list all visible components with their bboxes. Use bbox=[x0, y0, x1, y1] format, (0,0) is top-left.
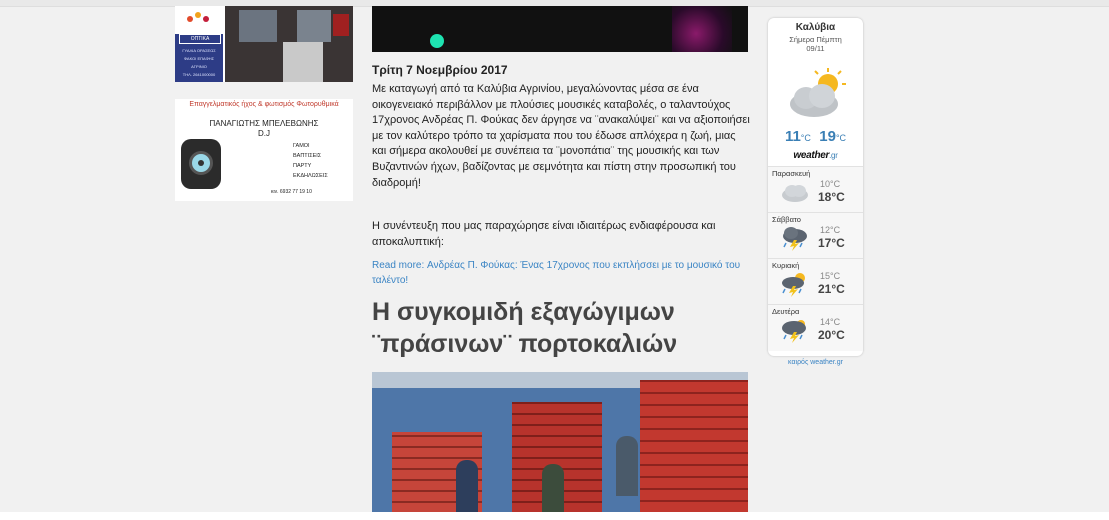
oranges-truck-photo bbox=[372, 372, 748, 512]
ad-service: ΕΚΔΗΛΩΣΕΙΣ bbox=[293, 173, 328, 179]
ad-service: ΠΑΡΤΥ bbox=[293, 163, 312, 169]
weather-footer-link[interactable]: καιρός weather.gr bbox=[768, 359, 863, 366]
forecast-high: 18°C bbox=[818, 190, 845, 204]
weather-high: 19 bbox=[819, 128, 836, 145]
forecast-high: 20°C bbox=[818, 328, 845, 342]
article-date: Τρίτη 7 Νοεμβρίου 2017 bbox=[372, 63, 508, 77]
ad-dj-label: D.J bbox=[258, 129, 270, 138]
weather-unit: °C bbox=[835, 133, 847, 143]
article-paragraph: Με καταγωγή από τα Καλύβια Αγρινίου, μεγ… bbox=[372, 83, 750, 189]
weather-today-temps: 11°C 19°C bbox=[768, 128, 863, 145]
ad-title: Επαγγελματικός ήχος & φωτισμός Φωτορυθμι… bbox=[189, 101, 339, 108]
speaker-icon bbox=[181, 139, 221, 189]
forecast-low: 10°C bbox=[820, 179, 841, 189]
forecast-low: 15°C bbox=[820, 271, 841, 281]
forecast-day-name: Δευτέρα bbox=[772, 307, 800, 316]
ad-service: ΓΑΜΟΙ bbox=[293, 143, 310, 149]
bottom-border bbox=[0, 512, 1109, 520]
weather-logo[interactable]: weather.gr bbox=[768, 150, 863, 161]
cloud-icon bbox=[782, 185, 808, 202]
forecast-day-name: Παρασκευή bbox=[772, 169, 811, 178]
forecast-day-name: Σάββατο bbox=[772, 215, 801, 224]
weather-unit: °C bbox=[800, 133, 811, 143]
sun-cloud-icon bbox=[790, 68, 846, 117]
forecast-day-name: Κυριακή bbox=[772, 261, 800, 270]
weather-logo-suffix: .gr bbox=[829, 151, 838, 160]
forecast-day: Σάββατο 12°C 17°C bbox=[768, 212, 863, 259]
dj-ad-banner[interactable]: Επαγγελματικός ήχος & φωτισμός Φωτορυθμι… bbox=[175, 99, 353, 201]
forecast-low: 14°C bbox=[820, 317, 841, 327]
sun-rain-cloud-icon bbox=[782, 273, 805, 297]
optics-ad-banner[interactable]: ΟΠΤΙΚΑ ΓΥΑΛΙΑ ΟΡΑΣΕΩΣ ΦΑΚΟΙ ΕΠΑΦΗΣ ΑΓΡΙΝ… bbox=[175, 6, 353, 82]
weather-today-day: Σήμερα Πέμπτη bbox=[789, 35, 842, 44]
forecast-day: Δευτέρα 14°C 20°C bbox=[768, 304, 863, 351]
weather-city: Καλύβια bbox=[795, 22, 836, 33]
weather-logo-text: weather bbox=[793, 150, 830, 161]
article-hero-image bbox=[372, 6, 748, 52]
forecast-high: 17°C bbox=[818, 236, 845, 250]
article-title[interactable]: Η συγκομιδή εξαγώγιμων ¨πράσινων¨ πορτοκ… bbox=[372, 296, 752, 360]
weather-low: 11 bbox=[784, 128, 801, 145]
ad-service: ΒΑΠΤΙΣΕΙΣ bbox=[293, 153, 322, 159]
forecast-low: 12°C bbox=[820, 225, 841, 235]
ad-line: ΤΗΛ. 2641000000 bbox=[182, 72, 216, 77]
rain-cloud-icon bbox=[783, 227, 807, 251]
ad-name: ΠΑΝΑΓΙΩΤΗΣ ΜΠΕΛΕΒΩΝΗΣ bbox=[209, 119, 319, 128]
forecast-day: Παρασκευή 10°C 18°C bbox=[768, 166, 863, 213]
rain-cloud-icon bbox=[782, 320, 806, 343]
ad-line: ΑΓΡΙΝΙΟ bbox=[191, 64, 207, 69]
ad-line: ΦΑΚΟΙ ΕΠΑΦΗΣ bbox=[183, 56, 215, 61]
weather-widget[interactable]: Καλύβια Σήμερα Πέμπτη 09/11 11°C 19°C we… bbox=[768, 18, 863, 356]
article-paragraph: Η συνέντευξη που μας παραχώρησε είναι ιδ… bbox=[372, 220, 716, 248]
forecast-day: Κυριακή 15°C 21°C bbox=[768, 258, 863, 305]
ad-line: ΓΥΑΛΙΑ ΟΡΑΣΕΩΣ bbox=[182, 48, 216, 53]
ad-phone: κιν. 6932 77 19 10 bbox=[271, 189, 312, 195]
forecast-high: 21°C bbox=[818, 282, 845, 296]
ad-brand-label: ΟΠΤΙΚΑ bbox=[179, 34, 221, 44]
weather-today-label: Σήμερα Πέμπτη 09/11 bbox=[768, 35, 863, 53]
storefront-photo bbox=[225, 6, 353, 82]
ad-logo-top bbox=[175, 6, 223, 34]
read-more-link[interactable]: Read more: Ανδρέας Π. Φούκας: Ένας 17χρο… bbox=[372, 258, 752, 288]
weather-today-date: 09/11 bbox=[806, 44, 825, 53]
